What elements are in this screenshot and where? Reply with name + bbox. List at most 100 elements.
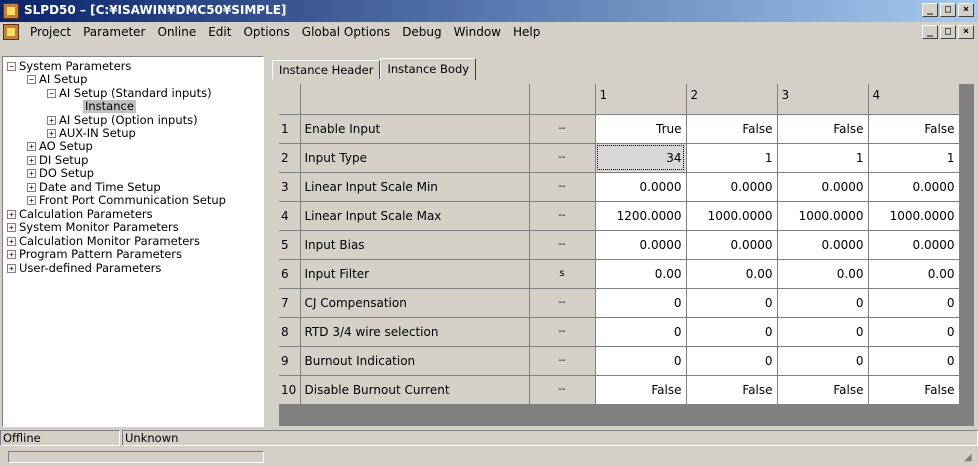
app-icon[interactable] [3,3,19,19]
value-cell[interactable]: 0.00 [595,259,687,289]
value-cell-focused[interactable]: 34 [595,143,687,173]
value-cell[interactable]: 0.00 [777,259,869,289]
value-cell[interactable]: False [595,375,687,405]
parameter-tree[interactable]: − System Parameters − AI Setup − AI Setu… [2,56,264,427]
tree-item-label: DO Setup [39,166,95,180]
collapse-icon[interactable]: − [7,62,16,71]
value-cell[interactable]: 0.0000 [777,172,869,202]
parameter-name: Input Filter [300,259,530,289]
row-number: 6 [279,259,301,289]
expand-icon[interactable]: + [47,116,56,125]
value-cell[interactable]: 1200.0000 [595,201,687,231]
value-cell[interactable]: 0 [686,346,778,376]
doc-minimize-button[interactable]: _ [922,25,938,39]
expand-icon[interactable]: + [7,223,16,232]
value-cell[interactable]: 0 [777,346,869,376]
tab-instance-body[interactable]: Instance Body [380,58,477,80]
column-header-1[interactable]: 1 [595,84,687,115]
minimize-button[interactable]: _ [922,3,938,17]
value-cell[interactable]: 0 [595,346,687,376]
column-header-2[interactable]: 2 [686,84,778,115]
doc-restore-button[interactable]: □ [940,25,956,39]
value-cell[interactable]: False [686,114,778,144]
menu-online[interactable]: Online [152,25,203,39]
menu-options[interactable]: Options [237,25,295,39]
value-cell[interactable]: 0 [595,317,687,347]
close-button[interactable]: × [958,3,974,17]
column-header-3[interactable]: 3 [777,84,869,115]
tree-item-user-defined[interactable]: + User-defined Parameters [7,262,161,275]
parameter-name: Input Type [300,143,530,173]
collapse-icon[interactable]: − [47,89,56,98]
value-cell[interactable]: 1000.0000 [686,201,778,231]
parameter-unit: -- [529,114,596,144]
tree-item-front-port-comm[interactable]: + Front Port Communication Setup [27,194,226,207]
value-cell[interactable]: 0 [868,346,960,376]
expand-icon[interactable]: + [27,142,36,151]
value-cell[interactable]: 1 [868,143,960,173]
value-cell[interactable]: False [777,114,869,144]
row-number: 3 [279,172,301,202]
table-row: 5 Input Bias -- 0.0000 0.0000 0.0000 0.0… [279,230,960,260]
parameter-grid: 1 2 3 4 1 Enable Input -- True False Fal… [279,84,974,426]
menu-help[interactable]: Help [507,25,546,39]
expand-icon[interactable]: + [27,156,36,165]
value-cell[interactable]: 0 [686,288,778,318]
status-bar: Offline Unknown [0,428,978,448]
expand-icon[interactable]: + [7,210,16,219]
column-header-4[interactable]: 4 [868,84,960,115]
value-cell[interactable]: 0 [777,288,869,318]
expand-icon[interactable]: + [27,183,36,192]
value-cell[interactable]: False [686,375,778,405]
value-cell[interactable]: 1 [686,143,778,173]
expand-icon[interactable]: + [7,264,16,273]
row-number: 7 [279,288,301,318]
value-cell[interactable]: 0.0000 [777,230,869,260]
value-cell[interactable]: 0.0000 [868,172,960,202]
tree-item-ai-setup[interactable]: − AI Setup [27,73,87,86]
value-cell[interactable]: True [595,114,687,144]
value-cell[interactable]: 0.00 [868,259,960,289]
menu-window[interactable]: Window [448,25,507,39]
expand-icon[interactable]: + [27,196,36,205]
tree-item-do-setup[interactable]: + DO Setup [27,167,94,180]
expand-icon[interactable]: + [27,169,36,178]
value-cell[interactable]: False [868,375,960,405]
value-cell[interactable]: 0 [595,288,687,318]
tab-instance-header[interactable]: Instance Header [272,60,381,79]
tree-item-instance[interactable]: Instance [83,100,136,113]
value-cell[interactable]: False [868,114,960,144]
expand-icon[interactable]: + [7,250,16,259]
value-cell[interactable]: 0.0000 [686,172,778,202]
expand-icon[interactable]: + [7,237,16,246]
tree-item-label: AI Setup [39,72,88,86]
collapse-icon[interactable]: − [27,75,36,84]
value-cell[interactable]: 0 [777,317,869,347]
expand-icon[interactable]: + [47,129,56,138]
menu-project[interactable]: Project [24,25,77,39]
document-icon[interactable] [3,24,19,40]
tree-item-program-pattern[interactable]: + Program Pattern Parameters [7,248,182,261]
value-cell[interactable]: 1 [777,143,869,173]
doc-close-button[interactable]: × [958,25,974,39]
value-cell[interactable]: 0.0000 [595,172,687,202]
menu-edit[interactable]: Edit [202,25,237,39]
tree-item-system-monitor[interactable]: + System Monitor Parameters [7,221,179,234]
resize-grip-icon[interactable]: ◢ [964,452,976,464]
value-cell[interactable]: 0.0000 [595,230,687,260]
value-cell[interactable]: 0 [868,288,960,318]
menu-debug[interactable]: Debug [396,25,447,39]
value-cell[interactable]: 1000.0000 [868,201,960,231]
menu-parameter[interactable]: Parameter [77,25,151,39]
maximize-button[interactable]: □ [940,3,956,17]
value-cell[interactable]: 0.00 [686,259,778,289]
value-cell[interactable]: 0 [868,317,960,347]
value-cell[interactable]: 0.0000 [868,230,960,260]
value-cell[interactable]: False [777,375,869,405]
value-cell[interactable]: 0 [686,317,778,347]
menu-global-options[interactable]: Global Options [296,25,396,39]
tree-item-ao-setup[interactable]: + AO Setup [27,140,93,153]
value-cell[interactable]: 1000.0000 [777,201,869,231]
value-cell[interactable]: 0.0000 [686,230,778,260]
parameter-name: CJ Compensation [300,288,530,318]
